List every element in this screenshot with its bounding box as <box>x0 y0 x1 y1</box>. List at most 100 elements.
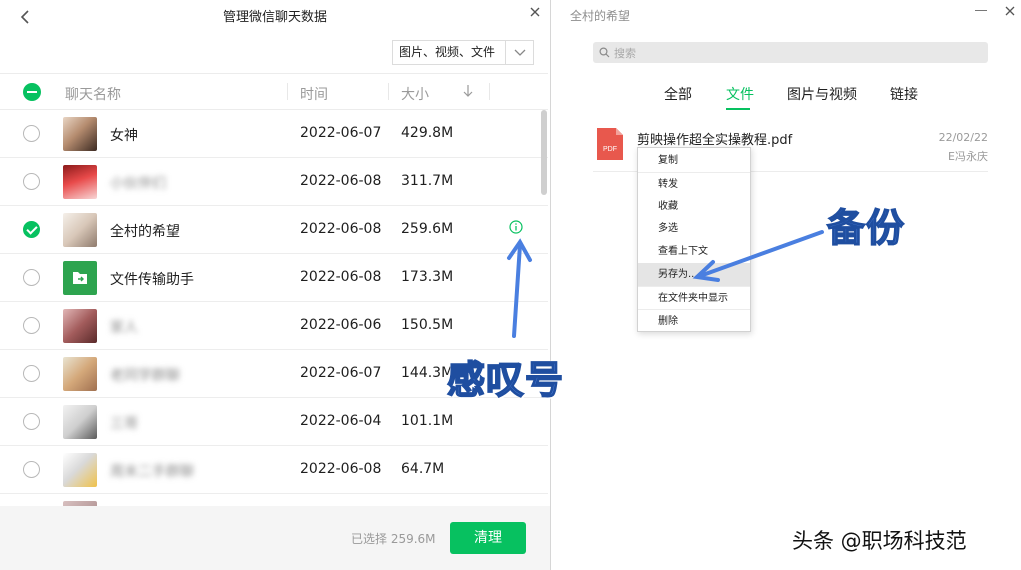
chat-size: 150.5M <box>401 317 454 333</box>
chat-row[interactable]: 家人 2022-06-06 150.5M <box>0 302 548 350</box>
column-divider <box>388 83 389 100</box>
context-menu: 复制 转发 收藏 多选 查看上下文 另存为... 在文件夹中显示 删除 <box>637 147 751 332</box>
search-icon <box>599 47 610 58</box>
file-date: 22/02/22 <box>938 131 988 144</box>
pdf-icon-label: PDF <box>603 146 617 153</box>
avatar <box>63 309 97 343</box>
menu-item-forward[interactable]: 转发 <box>638 173 750 196</box>
menu-item-copy[interactable]: 复制 <box>638 149 750 172</box>
scrollbar[interactable] <box>541 110 547 195</box>
menu-item-save-as[interactable]: 另存为... <box>638 263 750 286</box>
column-header-name[interactable]: 聊天名称 <box>65 84 121 104</box>
menu-item-multi-select[interactable]: 多选 <box>638 217 750 240</box>
tab-bar: 全部 文件 图片与视频 链接 <box>557 84 1021 110</box>
menu-item-delete[interactable]: 删除 <box>638 310 750 333</box>
row-checkbox[interactable] <box>23 317 40 334</box>
row-checkbox[interactable] <box>23 269 40 286</box>
chat-date: 2022-06-08 <box>300 221 382 237</box>
chat-size: 144.3M <box>401 365 454 381</box>
minimize-icon[interactable] <box>975 10 987 11</box>
file-sender: E冯永庆 <box>948 150 988 163</box>
chat-row[interactable]: 三哥 2022-06-04 101.1M <box>0 398 548 446</box>
search-input[interactable]: 搜索 <box>593 42 988 63</box>
close-icon[interactable] <box>1003 4 1017 18</box>
window-title: 管理微信聊天数据 <box>222 10 327 25</box>
footer-bar: 已选择 259.6M 清理 <box>0 506 550 570</box>
row-checkbox[interactable] <box>23 221 40 238</box>
column-divider <box>287 83 288 100</box>
row-checkbox[interactable] <box>23 125 40 142</box>
chat-name: 三哥 <box>110 416 138 432</box>
file-type-filter-dropdown[interactable]: 图片、视频、文件 <box>392 40 534 65</box>
manage-chat-data-window: 管理微信聊天数据 图片、视频、文件 聊天名称 时间 大小 女神 2022-06-0… <box>0 0 551 570</box>
avatar <box>63 453 97 487</box>
avatar <box>63 357 97 391</box>
menu-item-show-in-folder[interactable]: 在文件夹中显示 <box>638 287 750 310</box>
tab-all[interactable]: 全部 <box>664 84 692 104</box>
avatar <box>63 261 97 295</box>
chat-size: 311.7M <box>401 173 454 189</box>
avatar <box>63 405 97 439</box>
chat-list: 女神 2022-06-07 429.8M 小伙伴们 2022-06-08 311.7M 全村… <box>0 110 548 506</box>
column-header-size[interactable]: 大小 <box>401 84 429 104</box>
column-divider <box>489 83 490 100</box>
chat-name: 文件传输助手 <box>110 272 194 288</box>
chat-size: 259.6M <box>401 221 454 237</box>
annotation-backup: 备份 <box>826 205 906 251</box>
search-placeholder: 搜索 <box>614 46 636 60</box>
chat-date: 2022-06-04 <box>300 413 382 429</box>
chat-date: 2022-06-06 <box>300 317 382 333</box>
chat-row[interactable]: 女神 2022-06-07 429.8M <box>0 110 548 158</box>
chat-row[interactable]: 文件传输助手 2022-06-08 173.3M <box>0 254 548 302</box>
chat-date: 2022-06-07 <box>300 365 382 381</box>
chat-name: 全村的希望 <box>110 224 180 240</box>
clear-button[interactable]: 清理 <box>450 522 526 554</box>
sort-descending-icon[interactable] <box>462 83 474 99</box>
close-icon[interactable] <box>527 4 543 20</box>
window-title: 全村的希望 <box>570 9 631 23</box>
avatar <box>63 213 97 247</box>
menu-item-view-context[interactable]: 查看上下文 <box>638 240 750 263</box>
column-header-time[interactable]: 时间 <box>300 84 328 104</box>
active-tab-indicator <box>726 108 750 110</box>
chat-row[interactable]: 小伙伴们 2022-06-08 311.7M <box>0 158 548 206</box>
tab-photos-videos[interactable]: 图片与视频 <box>787 84 857 104</box>
chat-size: 429.8M <box>401 125 454 141</box>
file-transfer-icon <box>73 272 87 284</box>
avatar <box>63 165 97 199</box>
annotation-exclamation: 感叹号 <box>446 357 565 403</box>
chat-row[interactable] <box>0 494 548 506</box>
chat-files-window: 全村的希望 搜索 全部 文件 图片与视频 链接 PDF 剪映操作超全实操教程.p… <box>557 0 1021 570</box>
watermark: 头条 @职场科技范 <box>792 529 967 553</box>
chat-date: 2022-06-07 <box>300 125 382 141</box>
pdf-file-icon: PDF <box>597 128 623 160</box>
row-checkbox[interactable] <box>23 365 40 382</box>
chat-name: 小伙伴们 <box>110 176 166 192</box>
row-checkbox[interactable] <box>23 173 40 190</box>
chat-size: 173.3M <box>401 269 454 285</box>
menu-item-favorite[interactable]: 收藏 <box>638 195 750 218</box>
chat-date: 2022-06-08 <box>300 269 382 285</box>
file-name: 剪映操作超全实操教程.pdf <box>637 133 793 148</box>
chevron-down-icon[interactable] <box>505 41 533 64</box>
chat-row[interactable]: 全村的希望 2022-06-08 259.6M <box>0 206 548 254</box>
table-header: 聊天名称 时间 大小 <box>0 73 548 110</box>
chat-date: 2022-06-08 <box>300 461 382 477</box>
chat-size: 101.1M <box>401 413 454 429</box>
avatar <box>63 117 97 151</box>
chat-date: 2022-06-08 <box>300 173 382 189</box>
select-all-checkbox[interactable] <box>23 83 41 101</box>
chat-name: 周末二手群聊 <box>110 464 194 480</box>
chat-name: 女神 <box>110 128 138 144</box>
chat-size: 64.7M <box>401 461 445 477</box>
chat-name: 家人 <box>110 320 138 336</box>
chat-row[interactable]: 周末二手群聊 2022-06-08 64.7M <box>0 446 548 494</box>
tab-files[interactable]: 文件 <box>726 84 754 104</box>
row-checkbox[interactable] <box>23 461 40 478</box>
filter-selected-value: 图片、视频、文件 <box>399 45 496 59</box>
chat-name: 老同学群聊 <box>110 368 180 384</box>
tab-links[interactable]: 链接 <box>890 84 918 104</box>
row-checkbox[interactable] <box>23 413 40 430</box>
selected-size-text: 已选择 259.6M <box>351 532 436 546</box>
warning-info-icon[interactable] <box>509 220 523 234</box>
